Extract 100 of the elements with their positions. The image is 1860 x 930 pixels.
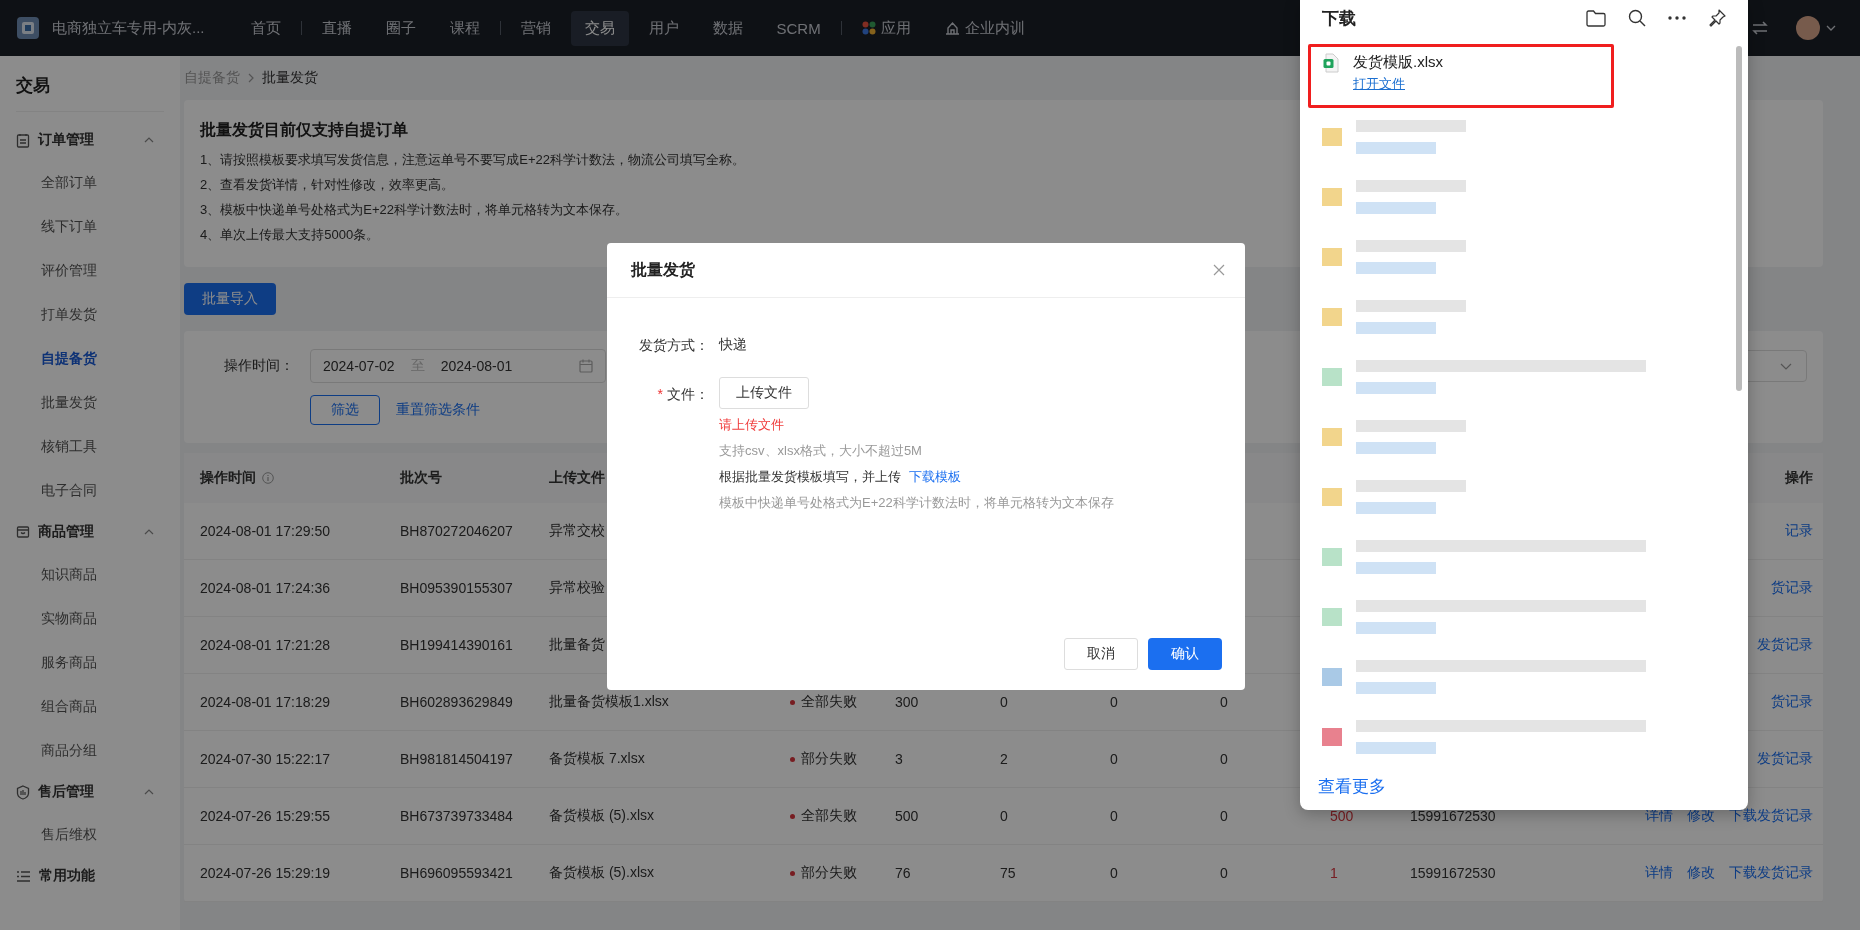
nav-tab[interactable]: SCRM (762, 11, 835, 45)
sidebar-item[interactable]: 批量发货 (0, 380, 180, 424)
pin-icon[interactable] (1708, 9, 1726, 27)
sidebar-item[interactable]: 售后维权 (0, 812, 180, 856)
sidebar-group[interactable]: 售后管理 (0, 772, 180, 812)
notice-line: 2、查看发货详情，针对性修改，效率更高。 (200, 176, 455, 194)
action-link[interactable]: 下载发货记录 (1729, 807, 1813, 825)
sidebar-item[interactable]: 核销工具 (0, 424, 180, 468)
reset-filter-link[interactable]: 重置筛选条件 (396, 401, 480, 419)
caret-icon[interactable] (1826, 25, 1836, 31)
confirm-button[interactable]: 确认 (1148, 638, 1222, 670)
table-cell: 备货模板 (5).xlsx (549, 807, 654, 825)
status-dot (790, 756, 795, 762)
table-cell: 500 (1330, 808, 1354, 824)
status-text: 全部失败 (801, 693, 857, 711)
table-cell: 0 (1000, 694, 1008, 710)
sidebar-item[interactable]: 线下订单 (0, 204, 180, 248)
download-template-link[interactable]: 下载模板 (909, 469, 961, 484)
error-message: 请上传文件 (719, 416, 784, 434)
table-cell: 0 (1220, 808, 1228, 824)
breadcrumb-item: 批量发货 (262, 69, 318, 87)
sidebar-title: 交易 (15, 75, 51, 97)
field-label: 发货方式： (638, 336, 709, 355)
building-icon (944, 21, 960, 35)
table-cell: BH602893629849 (400, 694, 513, 710)
table-cell: 2024-08-01 17:24:36 (200, 580, 330, 596)
sidebar-group[interactable]: 常用功能 (0, 856, 180, 896)
action-link[interactable]: 修改 (1687, 807, 1715, 825)
status-text: 部分失败 (801, 864, 857, 882)
apps-icon (861, 21, 876, 35)
action-link[interactable]: 详情 (1645, 864, 1673, 882)
open-file-link[interactable]: 打开文件 (1353, 75, 1443, 93)
sidebar-item[interactable]: 实物商品 (0, 596, 180, 640)
table-cell: 2024-08-01 17:21:28 (200, 637, 330, 653)
nav-tab[interactable]: 数据 (698, 10, 757, 46)
table-cell: 0 (1000, 808, 1008, 824)
sidebar-item[interactable]: 打单发货 (0, 292, 180, 336)
table-cell: 3 (895, 751, 903, 767)
avatar-icon[interactable] (1796, 16, 1820, 40)
table-cell: 备货模板 7.xlsx (549, 750, 645, 768)
upload-button[interactable]: 上传文件 (719, 377, 809, 409)
search-icon[interactable] (1628, 9, 1646, 27)
sidebar-group[interactable]: 订单管理 (0, 120, 180, 160)
sidebar-item[interactable]: 知识商品 (0, 552, 180, 596)
action-link[interactable]: 记录 (1785, 522, 1813, 540)
sidebar-item[interactable]: 电子合同 (0, 468, 180, 512)
sidebar-item[interactable]: 评价管理 (0, 248, 180, 292)
sidebar-item[interactable]: 组合商品 (0, 684, 180, 728)
nav-tab[interactable]: 课程 (435, 10, 494, 46)
sidebar-item[interactable]: 商品分组 (0, 728, 180, 772)
sidebar-item[interactable]: 自提备货 (0, 336, 180, 380)
import-button[interactable]: 批量导入 (184, 283, 276, 315)
status-dot (790, 870, 795, 876)
table-cell: 2024-07-26 15:29:19 (200, 865, 330, 881)
status-text: 部分失败 (801, 750, 857, 768)
table-cell: 0 (1220, 694, 1228, 710)
table-cell: 0 (1220, 865, 1228, 881)
action-link[interactable]: 货记录 (1771, 579, 1813, 597)
table-cell: BH673739733484 (400, 808, 513, 824)
table-cell: BH981814504197 (400, 751, 513, 767)
brand-name[interactable]: 电商独立车专用-内灰... (52, 18, 205, 38)
action-link[interactable]: 发货记录 (1757, 636, 1813, 654)
table-cell: 500 (895, 808, 919, 824)
action-link[interactable]: 下载发货记录 (1729, 864, 1813, 882)
nav-tab[interactable]: 圈子 (371, 10, 430, 46)
folder-icon[interactable] (1586, 9, 1606, 27)
scrollbar[interactable] (1736, 46, 1742, 391)
table-cell: 2024-08-01 17:18:29 (200, 694, 330, 710)
hint-text: 支持csv、xlsx格式，大小不超过5M (719, 442, 922, 460)
nav-tab[interactable]: 首页 (236, 10, 295, 46)
table-cell: 75 (1000, 865, 1016, 881)
sidebar-item[interactable]: 服务商品 (0, 640, 180, 684)
column-header: 上传文件 (549, 469, 605, 487)
view-more-link[interactable]: 查看更多 (1318, 775, 1386, 798)
sidebar-item[interactable]: 全部订单 (0, 160, 180, 204)
cancel-button[interactable]: 取消 (1064, 638, 1138, 670)
action-link[interactable]: 货记录 (1771, 693, 1813, 711)
action-link[interactable]: 修改 (1687, 864, 1715, 882)
column-header: 批次号 (400, 469, 442, 487)
table-cell: 批量备货 (549, 636, 605, 654)
action-link[interactable]: 发货记录 (1757, 750, 1813, 768)
swap-icon[interactable] (1752, 21, 1768, 35)
shield-icon (16, 784, 30, 800)
hint-text: 模板中快递单号处格式为E+22科学计数法时，将单元格转为文本保存 (719, 494, 1114, 512)
table-cell: 0 (1110, 808, 1118, 824)
status-text: 全部失败 (801, 807, 857, 825)
nav-tab[interactable]: 营销 (506, 10, 565, 46)
sidebar-group[interactable]: 商品管理 (0, 512, 180, 552)
more-icon[interactable] (1668, 16, 1686, 20)
nav-tab[interactable]: 应用 (847, 10, 925, 46)
download-item[interactable]: 发货模版.xlsx 打开文件 (1308, 44, 1614, 108)
nav-tab[interactable]: 用户 (634, 10, 693, 46)
nav-tab[interactable]: 交易 (570, 10, 629, 46)
filter-button[interactable]: 筛选 (310, 395, 380, 425)
nav-tab[interactable]: 直播 (307, 10, 366, 46)
table-cell: 备货模板 (5).xlsx (549, 864, 654, 882)
close-icon[interactable] (1213, 264, 1225, 276)
nav-tab[interactable]: 企业内训 (930, 10, 1039, 46)
table-cell: 批量备货模板1.xlsx (549, 693, 669, 711)
chevron-icon (144, 529, 154, 535)
